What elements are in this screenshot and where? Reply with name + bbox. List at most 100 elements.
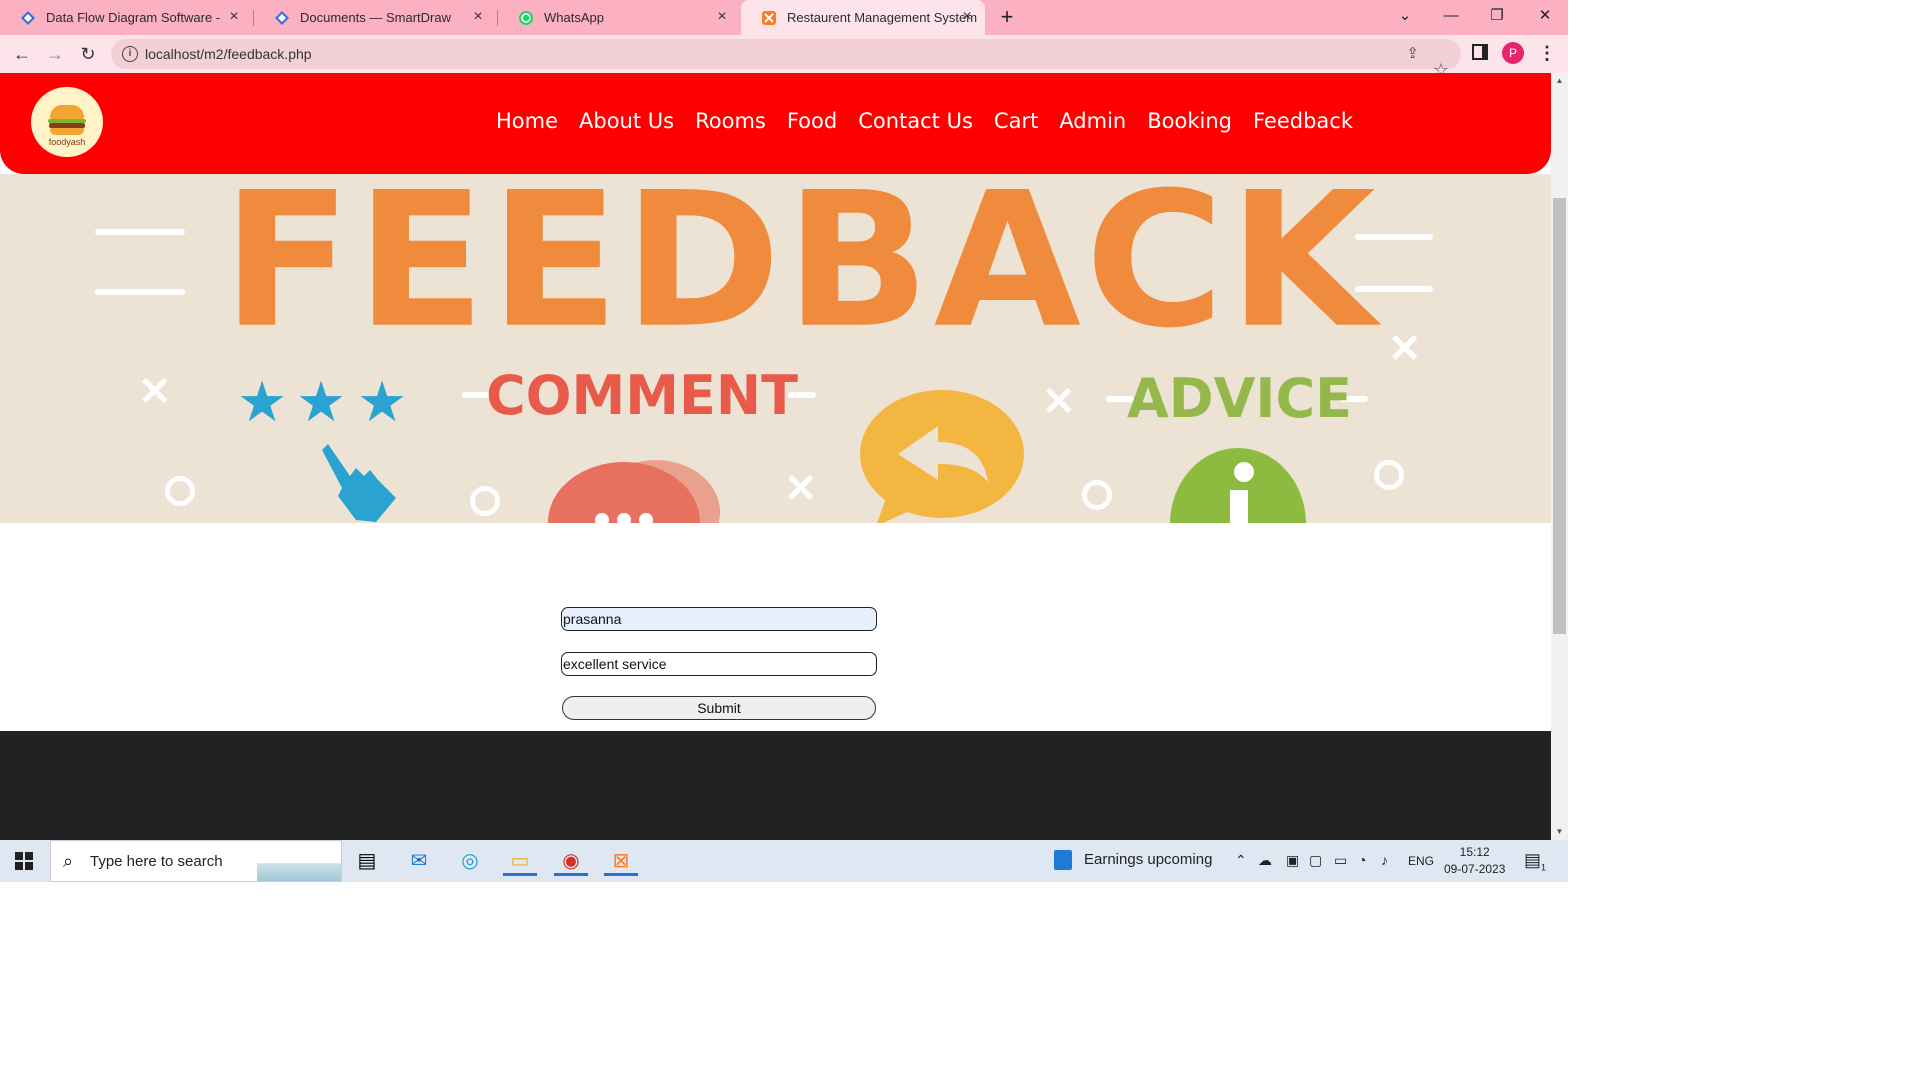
clock-date: 09-07-2023: [1444, 862, 1506, 876]
smartdraw-icon: [20, 10, 36, 26]
chat-bubbles-icon: [548, 460, 720, 523]
nav-contact-us[interactable]: Contact Us: [858, 109, 973, 133]
show-hidden-icons[interactable]: ⌃: [1235, 852, 1247, 869]
search-icon: ⌕: [63, 851, 74, 871]
tab-whatsapp[interactable]: WhatsApp ×: [498, 0, 740, 35]
banner-headline: FEEDBACK: [222, 174, 1380, 369]
nav-about-us[interactable]: About Us: [579, 109, 674, 133]
chrome-icon[interactable]: ◉: [554, 846, 588, 876]
banner-advice-word: ADVICE: [1127, 367, 1353, 430]
whatsapp-icon: [518, 10, 534, 26]
reply-bubble-icon: [860, 390, 1024, 523]
close-tab-icon[interactable]: ×: [226, 9, 242, 25]
decor-circle: [165, 476, 195, 506]
forward-icon[interactable]: →: [43, 42, 67, 66]
kebab-menu-icon[interactable]: ⋮: [1538, 41, 1556, 65]
address-toolbar: ← → ↻ i localhost/m2/feedback.php ⇪ ☆ P …: [0, 35, 1568, 80]
profile-avatar[interactable]: P: [1502, 42, 1524, 64]
windows-start-icon[interactable]: [15, 852, 33, 870]
decor-x-icon: ✕: [138, 370, 172, 414]
scroll-down-icon[interactable]: ▼: [1554, 827, 1565, 836]
reload-icon[interactable]: ↻: [76, 42, 100, 66]
share-icon[interactable]: ⇪: [1406, 44, 1419, 62]
submit-button[interactable]: Submit: [562, 696, 876, 720]
search-highlight-image: [257, 841, 341, 881]
back-icon[interactable]: ←: [10, 42, 34, 66]
decor-circle: [470, 486, 500, 516]
nav-cart[interactable]: Cart: [994, 109, 1038, 133]
xampp-taskbar-icon[interactable]: ⊠: [604, 846, 638, 876]
widgets-button[interactable]: Earnings upcoming: [1054, 850, 1212, 870]
scroll-up-icon[interactable]: ▲: [1554, 76, 1565, 85]
rating-star-icon: ★: [357, 370, 408, 433]
rating-star-icon: ★: [237, 370, 288, 433]
search-placeholder: Type here to search: [90, 853, 223, 870]
onedrive-icon[interactable]: ☁: [1258, 852, 1272, 869]
address-bar[interactable]: i localhost/m2/feedback.php ⇪ ☆: [111, 39, 1461, 80]
site-info-icon[interactable]: i: [122, 46, 138, 62]
volume-icon[interactable]: ♪: [1381, 852, 1388, 868]
task-view-icon[interactable]: ▤: [350, 846, 384, 876]
page-scrollbar[interactable]: ▲ ▼: [1551, 73, 1568, 840]
tab-smartdraw[interactable]: Documents — SmartDraw ×: [254, 0, 496, 35]
close-tab-icon[interactable]: ×: [470, 9, 486, 25]
rating-star-icon: ★: [296, 370, 347, 433]
tab-title: WhatsApp: [544, 10, 604, 25]
windows-taskbar: ⌕ Type here to search ▤ ✉ ◎ ▭ ◉ ⊠ Earnin…: [0, 840, 1568, 882]
nav-food[interactable]: Food: [787, 109, 837, 133]
clock-time: 15:12: [1459, 845, 1490, 859]
tab-title: Documents — SmartDraw: [300, 10, 451, 25]
info-bubble-icon: [1170, 448, 1306, 523]
close-tab-icon[interactable]: ×: [959, 9, 975, 25]
tab-data-flow[interactable]: Data Flow Diagram Software - Fr ×: [0, 0, 252, 35]
nav-feedback[interactable]: Feedback: [1253, 109, 1353, 133]
nav-rooms[interactable]: Rooms: [695, 109, 766, 133]
name-field[interactable]: [561, 607, 877, 631]
foodyash-logo[interactable]: foodyash: [31, 87, 103, 157]
notification-icon[interactable]: ▤1: [1524, 850, 1546, 873]
decor-x-icon: ✕: [1042, 380, 1076, 424]
decor-circle: [1082, 480, 1112, 510]
scrollbar-thumb[interactable]: [1553, 198, 1566, 634]
stocks-icon: [1054, 850, 1072, 870]
battery-icon[interactable]: ▭: [1334, 852, 1347, 869]
tab-strip: Data Flow Diagram Software - Fr × Docume…: [0, 0, 1568, 35]
url-text[interactable]: localhost/m2/feedback.php: [145, 46, 312, 62]
nav-home[interactable]: Home: [496, 109, 558, 133]
tab-restaurent[interactable]: Restaurent Management System ×: [741, 0, 985, 35]
burger-bun: [50, 128, 84, 135]
close-tab-icon[interactable]: ×: [714, 9, 730, 25]
file-explorer-icon[interactable]: ▭: [503, 846, 537, 876]
edge-icon[interactable]: ◎: [453, 846, 487, 876]
site-navbar: foodyash Home About Us Rooms Food Contac…: [0, 73, 1551, 174]
decor-circle: [1374, 460, 1404, 490]
tab-search-icon[interactable]: ⌄: [1390, 4, 1420, 28]
site-footer: [0, 731, 1551, 840]
wifi-icon[interactable]: ◔: [1358, 852, 1366, 868]
side-panel-icon[interactable]: [1472, 44, 1488, 60]
xampp-icon: [761, 10, 777, 26]
decor-x-icon: ✕: [784, 467, 818, 511]
feedback-message-field[interactable]: [561, 652, 877, 676]
decor-line: [95, 289, 185, 295]
meet-icon[interactable]: ▣: [1286, 852, 1299, 869]
smartdraw-icon: [274, 10, 290, 26]
burger-icon: [50, 105, 84, 119]
clock[interactable]: 15:12 09-07-2023: [1444, 844, 1505, 878]
mail-icon[interactable]: ✉: [402, 846, 436, 876]
nav-links: Home About Us Rooms Food Contact Us Cart…: [496, 109, 1353, 133]
decor-line: [95, 229, 185, 235]
restore-icon[interactable]: ❐: [1482, 4, 1512, 28]
banner-comment-word: COMMENT: [486, 364, 798, 427]
close-window-icon[interactable]: ✕: [1530, 4, 1560, 28]
language-indicator[interactable]: ENG: [1408, 854, 1434, 868]
minimize-icon[interactable]: —: [1436, 4, 1466, 28]
nav-booking[interactable]: Booking: [1147, 109, 1232, 133]
notification-count: 1: [1541, 862, 1547, 873]
new-tab-button[interactable]: +: [996, 6, 1018, 28]
page-viewport: foodyash Home About Us Rooms Food Contac…: [0, 73, 1551, 840]
nav-admin[interactable]: Admin: [1059, 109, 1126, 133]
display-icon[interactable]: ▢: [1309, 852, 1322, 869]
taskbar-search[interactable]: ⌕ Type here to search: [50, 840, 342, 882]
decor-x-icon: ✕: [1388, 327, 1422, 371]
